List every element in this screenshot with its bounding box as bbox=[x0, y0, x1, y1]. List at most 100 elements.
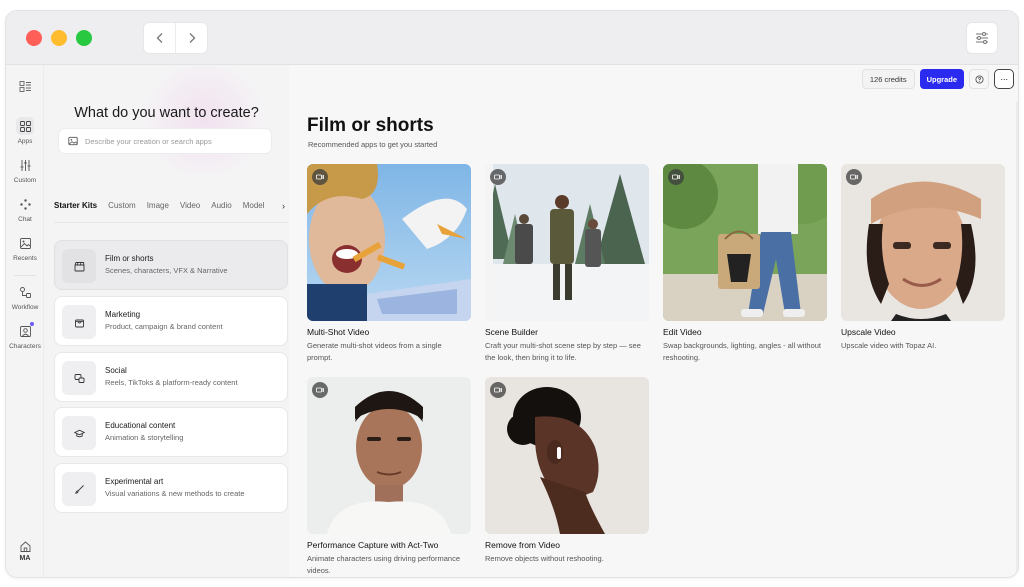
notification-dot bbox=[30, 322, 34, 326]
card-title: Upscale Video bbox=[841, 327, 896, 337]
sparkle-icon bbox=[19, 198, 31, 210]
graduation-cap-icon bbox=[73, 429, 85, 437]
page-title: Film or shorts bbox=[307, 115, 434, 136]
card-description: Generate multi-shot videos from a single… bbox=[307, 341, 442, 362]
kit-title: Experimental art bbox=[105, 477, 164, 486]
card-title: Edit Video bbox=[663, 327, 702, 337]
tab-starter-kits[interactable]: Starter Kits bbox=[54, 201, 98, 223]
card-description: Swap backgrounds, lighting, angles - all… bbox=[663, 341, 822, 362]
video-camera-icon bbox=[494, 174, 502, 180]
app-card-scene-builder[interactable]: Scene Builder Craft your multi-shot scen… bbox=[485, 164, 649, 363]
video-badge bbox=[490, 382, 506, 398]
starter-panel: What do you want to create? Starter Kits… bbox=[44, 65, 289, 577]
grid-icon bbox=[19, 120, 31, 132]
card-title: Performance Capture with Act-Two bbox=[307, 540, 439, 550]
rail-item-characters[interactable]: Characters bbox=[6, 322, 44, 350]
main-content: 126 credits Upgrade ··· Film or shorts R… bbox=[289, 65, 1018, 577]
tab-model[interactable]: Model bbox=[243, 201, 265, 223]
search-input[interactable] bbox=[85, 136, 265, 146]
app-card-upscale-video[interactable]: Upscale Video Upscale video with Topaz A… bbox=[841, 164, 1005, 352]
back-button[interactable] bbox=[144, 23, 175, 53]
kit-experimental-art[interactable]: Experimental art Visual variations & new… bbox=[54, 463, 288, 513]
tabs-scroll-right-icon[interactable]: › bbox=[279, 201, 285, 211]
maximize-window-button[interactable] bbox=[76, 30, 92, 46]
rail-item-custom[interactable]: Custom bbox=[6, 156, 44, 184]
image-icon bbox=[19, 237, 31, 249]
scrollbar[interactable] bbox=[1016, 101, 1018, 577]
kit-title: Film or shorts bbox=[105, 254, 154, 263]
chevron-left-icon bbox=[156, 33, 163, 43]
kit-subtitle: Reels, TikToks & platform-ready content bbox=[105, 378, 238, 387]
rail-item-workflow[interactable]: Workflow bbox=[6, 283, 44, 311]
video-camera-icon bbox=[316, 387, 324, 393]
video-camera-icon bbox=[672, 174, 680, 180]
more-options-button[interactable]: ··· bbox=[994, 69, 1014, 89]
card-title: Scene Builder bbox=[485, 327, 538, 337]
app-card-edit-video[interactable]: Edit Video Swap backgrounds, lighting, a… bbox=[663, 164, 827, 363]
user-avatar[interactable]: MA bbox=[6, 555, 44, 562]
tab-video[interactable]: Video bbox=[180, 201, 200, 223]
card-thumbnail bbox=[307, 164, 471, 321]
kit-subtitle: Visual variations & new methods to creat… bbox=[105, 489, 245, 498]
tab-audio[interactable]: Audio bbox=[211, 201, 231, 223]
image-search-icon bbox=[68, 136, 78, 146]
character-icon bbox=[19, 325, 31, 337]
kit-title: Marketing bbox=[105, 310, 141, 319]
credits-badge[interactable]: 126 credits bbox=[861, 69, 915, 89]
app-window: Apps Custom Chat Recents Workflow Charac… bbox=[5, 10, 1019, 578]
video-badge bbox=[312, 169, 328, 185]
rail-label: Apps bbox=[17, 138, 33, 145]
rail-label: Characters bbox=[9, 343, 41, 350]
sliders-icon bbox=[976, 32, 988, 44]
app-card-remove-from-video[interactable]: Remove from Video Remove objects without… bbox=[485, 377, 649, 565]
forward-button[interactable] bbox=[175, 23, 207, 53]
help-icon bbox=[975, 75, 983, 83]
kit-subtitle: Animation & storytelling bbox=[105, 433, 184, 442]
card-description: Craft your multi-shot scene step by step… bbox=[485, 341, 641, 362]
card-description: Animate characters using driving perform… bbox=[307, 554, 460, 575]
workflow-icon bbox=[19, 286, 31, 298]
card-thumbnail bbox=[663, 164, 827, 321]
search-box[interactable] bbox=[58, 128, 272, 154]
tab-image[interactable]: Image bbox=[147, 201, 169, 223]
minimize-window-button[interactable] bbox=[51, 30, 67, 46]
edit-video-image bbox=[663, 164, 827, 321]
card-title: Multi-Shot Video bbox=[307, 327, 370, 337]
kit-social[interactable]: Social Reels, TikToks & platform-ready c… bbox=[54, 352, 288, 402]
video-badge bbox=[846, 169, 862, 185]
card-thumbnail bbox=[485, 164, 649, 321]
rail-divider bbox=[14, 275, 36, 276]
upgrade-button[interactable]: Upgrade bbox=[919, 69, 964, 89]
tab-custom[interactable]: Custom bbox=[108, 201, 136, 223]
rail-item-recents[interactable]: Recents bbox=[6, 234, 44, 262]
clapperboard-icon bbox=[74, 261, 84, 271]
kit-marketing[interactable]: Marketing Product, campaign & brand cont… bbox=[54, 296, 288, 346]
panel-toggle-icon bbox=[19, 80, 31, 92]
close-window-button[interactable] bbox=[26, 30, 42, 46]
settings-button[interactable] bbox=[966, 22, 998, 54]
kit-film-or-shorts[interactable]: Film or shorts Scenes, characters, VFX &… bbox=[54, 240, 288, 290]
card-description: Upscale video with Topaz AI. bbox=[841, 341, 937, 350]
video-badge bbox=[490, 169, 506, 185]
rail-item-chat[interactable]: Chat bbox=[6, 195, 44, 223]
help-button[interactable] bbox=[969, 69, 989, 89]
app-card-multi-shot-video[interactable]: Multi-Shot Video Generate multi-shot vid… bbox=[307, 164, 471, 363]
video-camera-icon bbox=[494, 387, 502, 393]
card-thumbnail bbox=[841, 164, 1005, 321]
rail-item-apps[interactable]: Apps bbox=[6, 117, 44, 145]
category-tabs: Starter Kits Custom Image Video Audio Mo… bbox=[54, 201, 287, 223]
card-title: Remove from Video bbox=[485, 540, 560, 550]
home-icon bbox=[20, 540, 30, 552]
kit-subtitle: Product, campaign & brand content bbox=[105, 322, 223, 331]
video-camera-icon bbox=[850, 174, 858, 180]
card-thumbnail bbox=[307, 377, 471, 534]
toggle-panel-button[interactable] bbox=[6, 77, 44, 95]
tabs-divider bbox=[54, 222, 288, 223]
chevron-right-icon bbox=[189, 33, 196, 43]
home-button[interactable] bbox=[6, 537, 44, 555]
kit-educational-content[interactable]: Educational content Animation & storytel… bbox=[54, 407, 288, 457]
create-heading: What do you want to create? bbox=[74, 105, 259, 121]
video-camera-icon bbox=[316, 174, 324, 180]
app-card-performance-capture[interactable]: Performance Capture with Act-Two Animate… bbox=[307, 377, 471, 576]
multi-shot-video-image bbox=[307, 164, 471, 321]
